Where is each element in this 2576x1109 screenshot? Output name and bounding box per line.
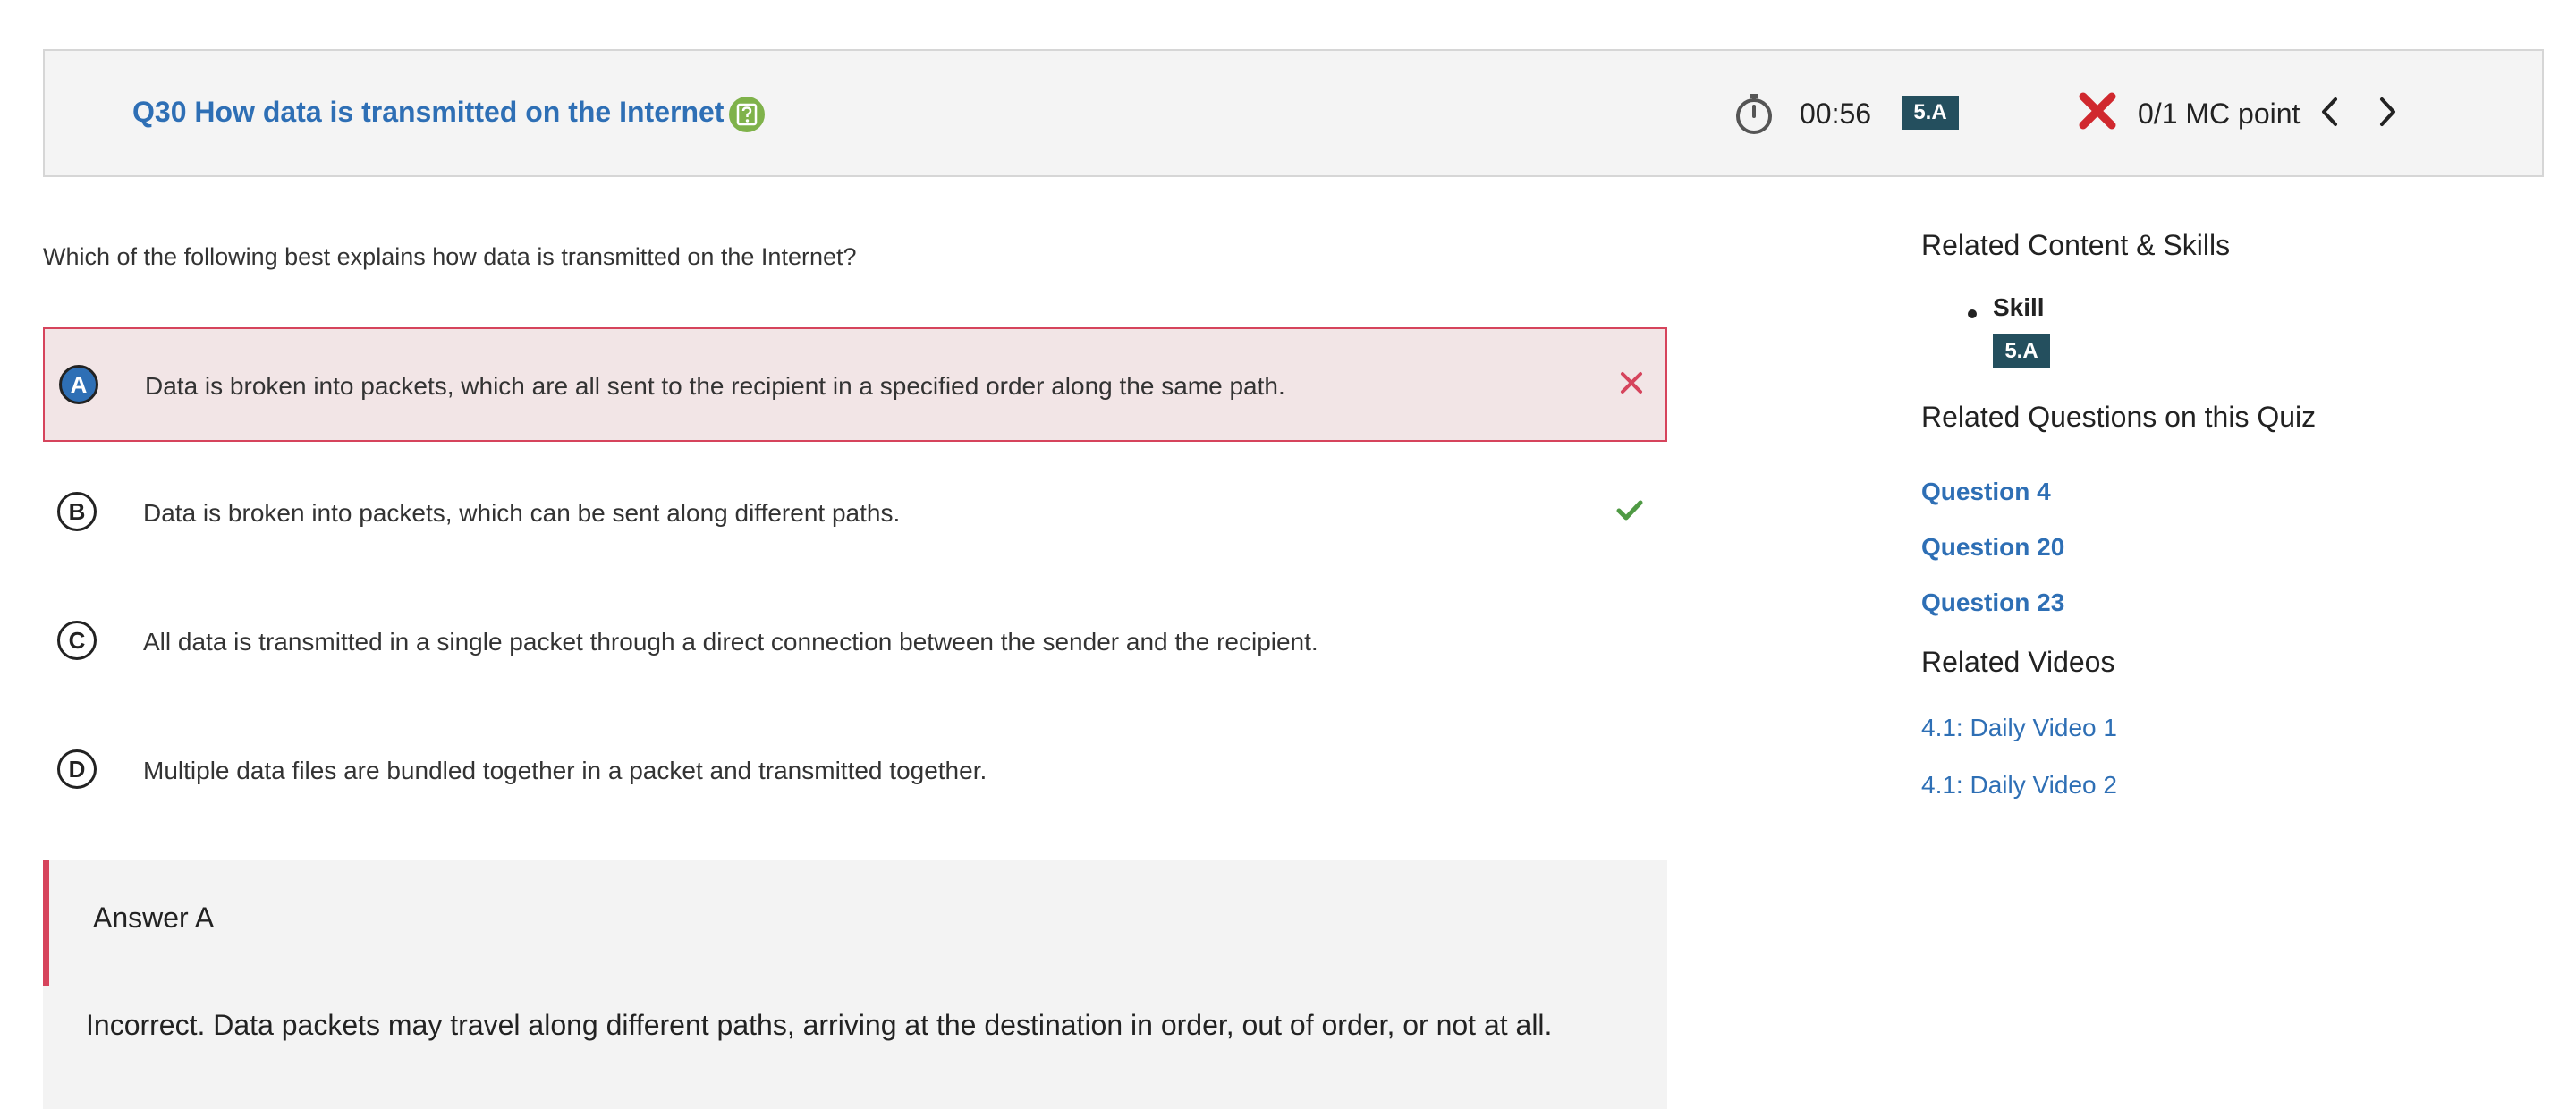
question-prompt: Which of the following best explains how… bbox=[43, 243, 857, 270]
score-text: 0/1 MC point bbox=[2138, 97, 2301, 130]
choice-letter-b: B bbox=[57, 492, 97, 531]
choice-text-c: All data is transmitted in a single pack… bbox=[143, 628, 1318, 656]
related-content-heading: Related Content & Skills bbox=[1921, 229, 2231, 261]
bullet bbox=[1968, 309, 1977, 318]
question-header-bar: Q30 How data is transmitted on the Inter… bbox=[43, 49, 2544, 177]
related-questions-heading: Related Questions on this Quiz bbox=[1921, 401, 2317, 433]
question-title: Q30 How data is transmitted on the Inter… bbox=[132, 96, 724, 128]
choice-letter-a: A bbox=[59, 365, 98, 404]
choice-text-d: Multiple data files are bundled together… bbox=[143, 757, 987, 784]
chevron-right-icon[interactable] bbox=[2374, 94, 2401, 130]
choice-b[interactable]: B Data is broken into packets, which can… bbox=[43, 456, 1667, 571]
choice-a[interactable]: A Data is broken into packets, which are… bbox=[43, 327, 1667, 442]
related-videos-heading: Related Videos bbox=[1921, 646, 2115, 678]
related-video-link[interactable]: 4.1: Daily Video 1 bbox=[1921, 714, 2117, 742]
stopwatch-icon bbox=[1736, 94, 1772, 134]
skill-label: Skill bbox=[1993, 293, 2045, 321]
related-question-link[interactable]: Question 23 bbox=[1921, 588, 2064, 617]
choice-letter-d: D bbox=[57, 749, 97, 789]
answer-title: Answer A bbox=[93, 902, 215, 934]
choice-c[interactable]: C All data is transmitted in a single pa… bbox=[43, 585, 1667, 699]
choice-letter-c: C bbox=[57, 621, 97, 660]
x-mark-icon bbox=[1621, 372, 1642, 394]
related-video-link[interactable]: 4.1: Daily Video 2 bbox=[1921, 771, 2117, 800]
related-question-link[interactable]: Question 20 bbox=[1921, 533, 2064, 562]
answer-explanation-box: Answer A Incorrect. Data packets may tra… bbox=[43, 860, 1667, 1109]
choice-text-b: Data is broken into packets, which can b… bbox=[143, 499, 901, 527]
skill-badge: 5.A bbox=[1902, 96, 1959, 130]
choice-text-a: Data is broken into packets, which are a… bbox=[145, 372, 1285, 400]
red-x-icon bbox=[2079, 92, 2116, 130]
checkmark-icon bbox=[1616, 500, 1643, 521]
answer-explanation: Incorrect. Data packets may travel along… bbox=[86, 1009, 1553, 1041]
sidebar-skill-badge: 5.A bbox=[1993, 334, 2050, 368]
chevron-left-icon[interactable] bbox=[2317, 94, 2343, 130]
answer-accent-bar bbox=[43, 860, 49, 986]
timer-value: 00:56 bbox=[1800, 97, 1872, 130]
related-question-link[interactable]: Question 4 bbox=[1921, 478, 2051, 506]
choice-d[interactable]: D Multiple data files are bundled togeth… bbox=[43, 714, 1667, 828]
question-mark-square-icon[interactable] bbox=[728, 96, 766, 133]
